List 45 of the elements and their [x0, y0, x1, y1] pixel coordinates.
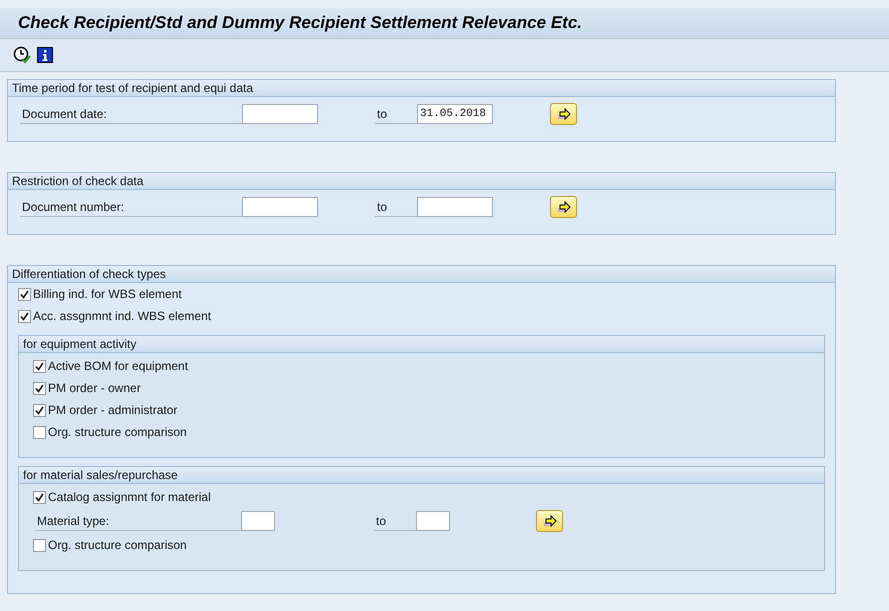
checkmark-icon	[35, 406, 44, 414]
to-input-field[interactable]	[417, 197, 493, 217]
checkbox[interactable]	[33, 538, 46, 552]
checkbox-label: Acc. assgnmnt ind. WBS element	[33, 308, 212, 325]
checkmark-icon	[35, 492, 44, 502]
checkbox-label: Org. structure comparison	[48, 424, 187, 441]
checkmark-icon	[35, 384, 44, 392]
checkbox[interactable]	[33, 360, 46, 372]
to-input-field[interactable]: 31.05.2018	[417, 104, 493, 124]
group-header: for material sales/repurchase	[19, 467, 824, 484]
checkbox[interactable]	[33, 426, 46, 438]
checkbox-label: PM order - administrator	[48, 402, 178, 419]
group-header: Time period for test of recipient and equi data	[8, 80, 835, 97]
multiple-selection-button[interactable]	[550, 196, 577, 218]
group-header: Restriction of check data	[8, 173, 835, 190]
checkbox-label: Billing ind. for WBS element	[33, 286, 182, 303]
checkbox[interactable]	[18, 310, 31, 322]
from-input-field[interactable]	[242, 104, 318, 124]
group-header: Differentiation of check types	[8, 266, 835, 283]
arrow-right-icon	[556, 201, 570, 213]
field-label: Material type:	[35, 511, 241, 531]
multiple-selection-button[interactable]	[536, 510, 563, 532]
checkbox[interactable]	[33, 382, 46, 394]
info-icon[interactable]	[37, 47, 53, 63]
arrow-right-icon	[542, 515, 556, 527]
from-input-field[interactable]	[242, 197, 318, 217]
field-label: Document number:	[20, 197, 242, 217]
multiple-selection-button[interactable]	[550, 103, 577, 125]
checkbox-label: Catalog assignmnt for material	[48, 489, 211, 506]
checkbox[interactable]	[18, 288, 31, 300]
checkbox-label: Active BOM for equipment	[48, 358, 188, 375]
checkbox[interactable]	[33, 490, 46, 504]
checkbox-label: Org. structure comparison	[48, 537, 187, 554]
from-input-field[interactable]	[241, 511, 275, 531]
arrow-right-icon	[556, 108, 570, 120]
checkmark-icon	[20, 290, 29, 298]
checkbox-label: PM order - owner	[48, 380, 141, 397]
group-header: for equipment activity	[19, 336, 824, 353]
checkmark-icon	[35, 362, 44, 370]
checkmark-icon	[20, 312, 29, 320]
window-title: Check Recipient/Std and Dummy Recipient Settlement Relevance Etc.	[18, 12, 582, 34]
checkbox[interactable]	[33, 404, 46, 416]
field-label: Document date:	[20, 104, 242, 124]
to-input-field[interactable]	[416, 511, 450, 531]
execute-clock-icon[interactable]	[13, 46, 31, 64]
